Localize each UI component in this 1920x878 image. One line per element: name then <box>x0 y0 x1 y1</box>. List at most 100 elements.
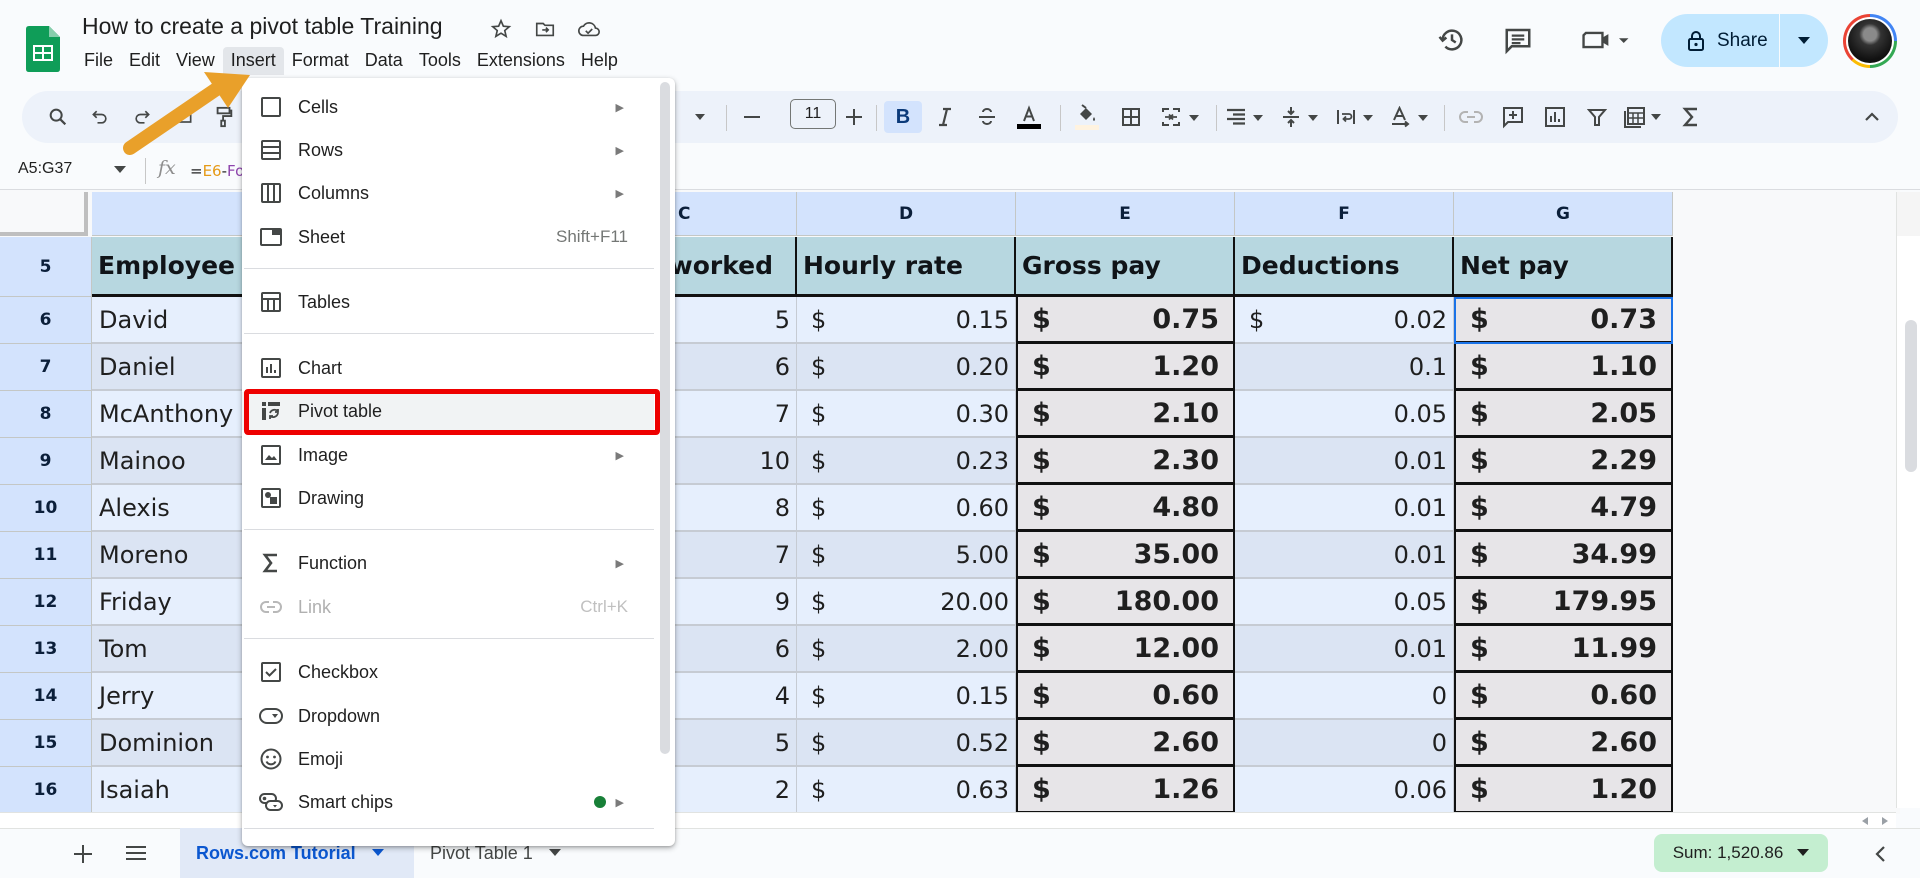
menu-tools[interactable]: Tools <box>411 47 469 75</box>
cell-gross-pay[interactable]: $0.75 <box>1016 297 1235 344</box>
menu-item-tables[interactable]: Tables <box>242 283 654 321</box>
sum-status-chip[interactable]: Sum: 1,520.86 <box>1654 834 1828 872</box>
text-rotation-button[interactable] <box>1387 101 1437 133</box>
menu-extensions[interactable]: Extensions <box>469 47 573 75</box>
row-header[interactable]: 6 <box>0 297 92 344</box>
header-cell-gross-pay[interactable]: Gross pay <box>1016 237 1235 297</box>
cell-hourly-rate[interactable]: $2.00 <box>797 626 1016 673</box>
menu-item-image[interactable]: Image ▶ <box>242 436 654 474</box>
cell-net-pay[interactable]: $2.29 <box>1454 438 1673 485</box>
cell-net-pay[interactable]: $2.05 <box>1454 391 1673 438</box>
increase-font-size-button[interactable] <box>838 101 870 133</box>
menu-item-dropdown[interactable]: Dropdown <box>242 697 654 735</box>
scroll-right-arrow-icon[interactable] <box>1882 817 1888 825</box>
borders-button[interactable] <box>1112 101 1150 133</box>
menu-help[interactable]: Help <box>573 47 626 75</box>
row-header[interactable]: 8 <box>0 391 92 438</box>
version-history-icon[interactable] <box>1434 22 1470 58</box>
vertical-align-button[interactable] <box>1277 101 1327 133</box>
row-header[interactable]: 10 <box>0 485 92 532</box>
header-cell-deductions[interactable]: Deductions <box>1235 237 1454 297</box>
menu-item-rows[interactable]: Rows ▶ <box>242 131 654 169</box>
cell-gross-pay[interactable]: $12.00 <box>1016 626 1235 673</box>
cell-gross-pay[interactable]: $35.00 <box>1016 532 1235 579</box>
cell-gross-pay[interactable]: $0.60 <box>1016 673 1235 720</box>
column-header-g[interactable]: G <box>1454 192 1673 236</box>
menu-item-drawing[interactable]: Drawing <box>242 479 654 517</box>
row-header[interactable]: 16 <box>0 767 92 814</box>
user-avatar[interactable] <box>1843 14 1897 68</box>
row-header[interactable]: 12 <box>0 579 92 626</box>
hide-menus-chevron-up-icon[interactable] <box>1858 101 1886 133</box>
row-header[interactable]: 9 <box>0 438 92 485</box>
header-cell-hourly-rate[interactable]: Hourly rate <box>797 237 1016 297</box>
menu-item-chart[interactable]: Chart <box>242 349 654 387</box>
share-main-button[interactable]: Share <box>1661 14 1780 67</box>
cell-gross-pay[interactable]: $4.80 <box>1016 485 1235 532</box>
cell-deductions[interactable]: 0 <box>1235 720 1454 767</box>
menu-item-checkbox[interactable]: Checkbox <box>242 653 654 691</box>
fill-color-button[interactable] <box>1068 101 1106 133</box>
functions-button[interactable] <box>1672 101 1710 133</box>
cell-hourly-rate[interactable]: $0.20 <box>797 344 1016 391</box>
scroll-left-arrow-icon[interactable] <box>1862 817 1868 825</box>
cell-deductions[interactable]: 0.1 <box>1235 344 1454 391</box>
cell-net-pay[interactable]: $0.60 <box>1454 673 1673 720</box>
cell-gross-pay[interactable]: $2.60 <box>1016 720 1235 767</box>
cloud-saved-icon[interactable] <box>577 17 601 41</box>
font-dropdown-caret[interactable] <box>688 101 712 133</box>
cell-hourly-rate[interactable]: $0.30 <box>797 391 1016 438</box>
font-size-input[interactable]: 11 <box>790 99 836 129</box>
name-box-caret-icon[interactable] <box>114 166 126 174</box>
cell-deductions[interactable]: 0.01 <box>1235 532 1454 579</box>
filter-button[interactable] <box>1578 101 1616 133</box>
italic-button[interactable] <box>926 101 964 133</box>
name-box[interactable]: A5:G37 <box>18 160 72 178</box>
menu-format[interactable]: Format <box>284 47 357 75</box>
row-header[interactable]: 7 <box>0 344 92 391</box>
column-header-d[interactable]: D <box>797 192 1016 236</box>
filter-views-button[interactable] <box>1620 101 1668 133</box>
cell-hourly-rate[interactable]: $0.60 <box>797 485 1016 532</box>
cell-hourly-rate[interactable]: $0.15 <box>797 673 1016 720</box>
cell-net-pay[interactable]: $2.60 <box>1454 720 1673 767</box>
cell-deductions[interactable]: 0.01 <box>1235 485 1454 532</box>
all-sheets-menu-icon[interactable] <box>126 845 146 861</box>
text-color-button[interactable] <box>1010 101 1048 133</box>
cell-hourly-rate[interactable]: $0.23 <box>797 438 1016 485</box>
bold-button[interactable]: B <box>884 101 922 133</box>
cell-gross-pay[interactable]: $1.20 <box>1016 344 1235 391</box>
row-header[interactable]: 13 <box>0 626 92 673</box>
undo-icon[interactable] <box>84 101 116 133</box>
cell-net-pay[interactable]: $11.99 <box>1454 626 1673 673</box>
cell-net-pay[interactable]: $0.73 <box>1454 297 1673 344</box>
strikethrough-button[interactable] <box>968 101 1006 133</box>
header-cell-net-pay[interactable]: Net pay <box>1454 237 1673 297</box>
cell-deductions[interactable]: 0.05 <box>1235 391 1454 438</box>
cell-deductions[interactable]: 0.06 <box>1235 767 1454 814</box>
cell-gross-pay[interactable]: $180.00 <box>1016 579 1235 626</box>
star-icon[interactable] <box>489 17 513 41</box>
cell-deductions[interactable]: 0 <box>1235 673 1454 720</box>
document-title[interactable]: How to create a pivot table Training <box>82 13 443 40</box>
insert-comment-button[interactable] <box>1494 101 1532 133</box>
search-menus-icon[interactable] <box>42 101 74 133</box>
cell-net-pay[interactable]: $179.95 <box>1454 579 1673 626</box>
vertical-scrollbar-thumb[interactable] <box>1905 320 1917 472</box>
row-header[interactable]: 11 <box>0 532 92 579</box>
menu-item-emoji[interactable]: Emoji <box>242 740 654 778</box>
comments-icon[interactable] <box>1500 22 1536 58</box>
cell-gross-pay[interactable]: $2.30 <box>1016 438 1235 485</box>
merge-cells-button[interactable] <box>1156 101 1206 133</box>
add-sheet-icon[interactable] <box>74 845 92 863</box>
cell-net-pay[interactable]: $4.79 <box>1454 485 1673 532</box>
insert-chart-button[interactable] <box>1536 101 1574 133</box>
menu-item-smart-chips[interactable]: Smart chips ▶ <box>242 783 654 821</box>
cell-deductions[interactable]: 0.01 <box>1235 438 1454 485</box>
caret-down-icon[interactable] <box>371 849 384 857</box>
menu-item-sheet[interactable]: Sheet Shift+F11 <box>242 218 654 256</box>
cell-deductions[interactable]: 0.01 <box>1235 626 1454 673</box>
caret-down-icon[interactable] <box>548 849 561 857</box>
select-all-corner[interactable] <box>0 192 88 236</box>
menu-item-function[interactable]: Function ▶ <box>242 544 654 582</box>
